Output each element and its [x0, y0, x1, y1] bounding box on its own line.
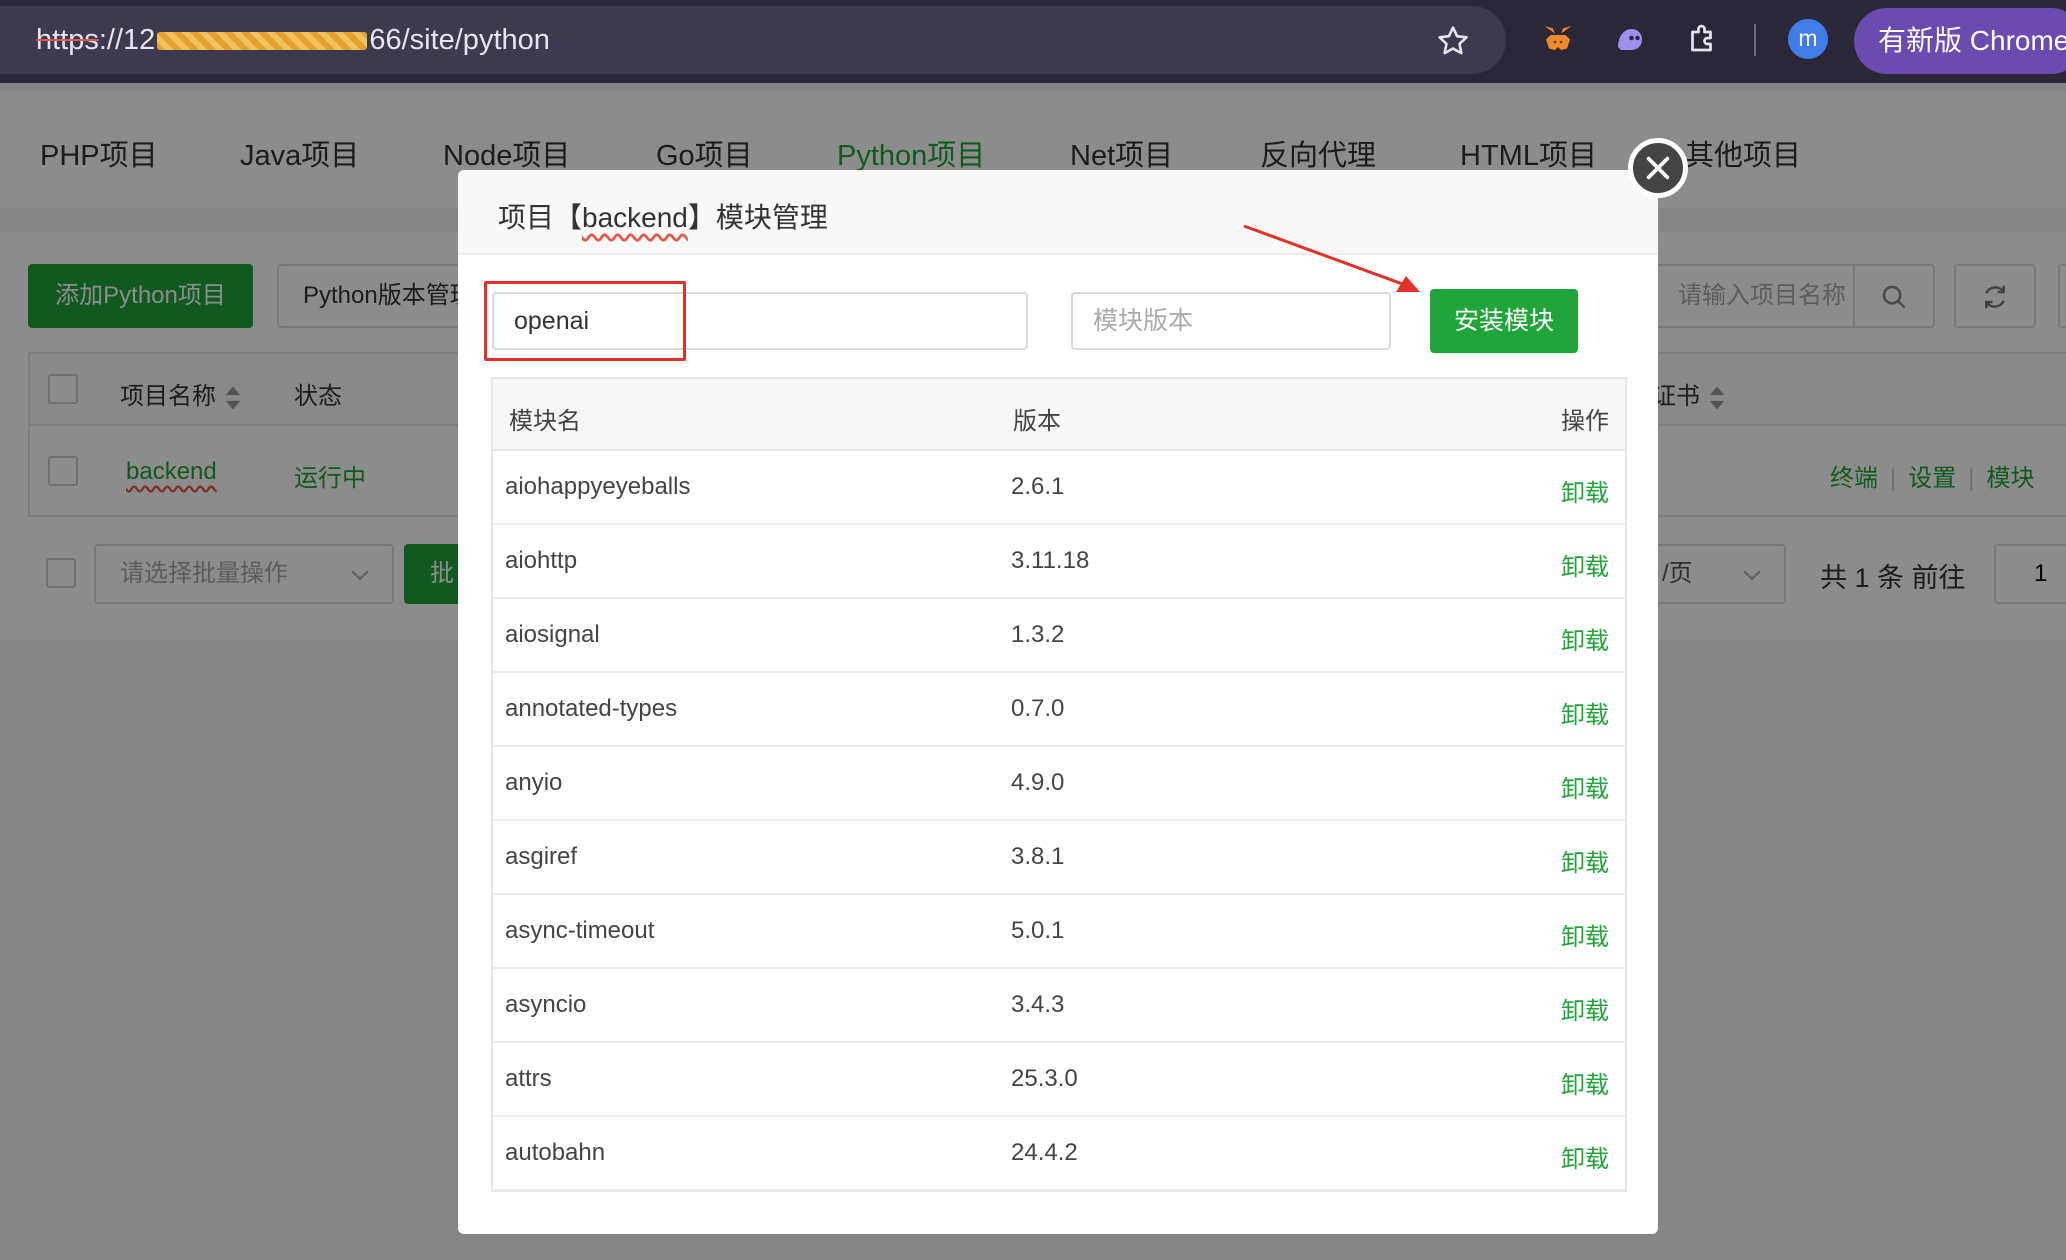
module-version-cell: 3.11.18 [1011, 547, 1090, 574]
uninstall-link[interactable]: 卸载 [1561, 917, 1609, 952]
toolbar-divider [1754, 24, 1756, 56]
dialog-title-suffix: 】模块管理 [687, 202, 828, 233]
dialog-title-project: backend [582, 202, 688, 233]
module-name-cell: aiohttp [505, 547, 578, 574]
module-name-cell: asgiref [505, 843, 578, 870]
dialog-header: 项目【backend】模块管理 [458, 170, 1658, 255]
table-row: aiohttp 3.11.18 卸载 [493, 525, 1625, 599]
module-name-cell: aiosignal [505, 621, 600, 648]
module-name-cell: anyio [505, 769, 563, 796]
table-row: aiosignal 1.3.2 卸载 [493, 599, 1625, 673]
module-name-cell: asyncio [505, 991, 587, 1018]
extensions-puzzle-icon[interactable] [1685, 20, 1721, 56]
url-redaction [157, 32, 368, 51]
module-management-dialog: 项目【backend】模块管理 模块版本 安装模块 模块名 版本 操作 aioh… [458, 170, 1658, 1234]
url-text: https://12 66/site/python [36, 24, 550, 57]
profile-avatar[interactable]: m [1788, 19, 1828, 59]
uninstall-link[interactable]: 卸载 [1561, 769, 1609, 804]
module-version-cell: 0.7.0 [1011, 695, 1065, 722]
module-name-cell: attrs [505, 1065, 552, 1092]
ghost-extension-icon[interactable] [1612, 20, 1648, 56]
url-path: 66/site/python [369, 24, 550, 56]
module-name-cell: async-timeout [505, 917, 655, 944]
install-module-button[interactable]: 安装模块 [1430, 289, 1578, 353]
annotation-arrow [1243, 224, 1420, 292]
bookmark-star-icon[interactable] [1436, 24, 1470, 58]
column-version: 版本 [1013, 408, 1061, 435]
table-row: autobahn 24.4.2 卸载 [493, 1117, 1625, 1190]
close-dialog-button[interactable] [1628, 138, 1688, 198]
table-row: aiohappyeyeballs 2.6.1 卸载 [493, 451, 1625, 525]
uninstall-link[interactable]: 卸载 [1561, 1065, 1609, 1100]
chrome-update-button[interactable]: 有新版 Chrome [1854, 8, 2066, 74]
module-table: 模块名 版本 操作 aiohappyeyeballs 2.6.1 卸载 aiohttp… [491, 377, 1627, 1192]
uninstall-link[interactable]: 卸载 [1561, 843, 1609, 878]
module-version-cell: 2.6.1 [1011, 473, 1065, 500]
dialog-title: 项目【backend】模块管理 [498, 196, 828, 236]
table-row: asgiref 3.8.1 卸载 [493, 821, 1625, 895]
table-row: asyncio 3.4.3 卸载 [493, 969, 1625, 1043]
module-table-header: 模块名 版本 操作 [493, 379, 1625, 451]
module-version-cell: 5.0.1 [1011, 917, 1065, 944]
module-version-input[interactable]: 模块版本 [1071, 292, 1391, 350]
module-version-cell: 24.4.2 [1011, 1139, 1078, 1166]
uninstall-link[interactable]: 卸载 [1561, 547, 1609, 582]
module-version-cell: 3.8.1 [1011, 843, 1065, 870]
module-name-cell: aiohappyeyeballs [505, 473, 691, 500]
table-row: async-timeout 5.0.1 卸载 [493, 895, 1625, 969]
column-module-name: 模块名 [509, 408, 581, 435]
uninstall-link[interactable]: 卸载 [1561, 621, 1609, 656]
uninstall-link[interactable]: 卸载 [1561, 991, 1609, 1026]
dialog-title-prefix: 项目【 [498, 202, 583, 233]
uninstall-link[interactable]: 卸载 [1561, 695, 1609, 730]
table-row: annotated-types 0.7.0 卸载 [493, 673, 1625, 747]
uninstall-link[interactable]: 卸载 [1561, 473, 1609, 508]
module-version-cell: 25.3.0 [1011, 1065, 1078, 1092]
module-name-cell: autobahn [505, 1139, 606, 1166]
annotation-highlight-box [484, 281, 686, 361]
browser-toolbar: https://12 66/site/python m 有新版 Chrome [0, 0, 2066, 83]
table-row: anyio 4.9.0 卸载 [493, 747, 1625, 821]
url-host-prefix: ://12 [98, 24, 156, 56]
address-bar[interactable]: https://12 66/site/python [0, 6, 1506, 74]
module-name-cell: annotated-types [505, 695, 678, 722]
module-version-cell: 3.4.3 [1011, 991, 1065, 1018]
close-icon [1646, 156, 1670, 180]
module-version-cell: 4.9.0 [1011, 769, 1065, 796]
metamask-fox-icon[interactable] [1540, 20, 1576, 56]
url-scheme: https [36, 24, 99, 56]
module-version-cell: 1.3.2 [1011, 621, 1065, 648]
table-row: attrs 25.3.0 卸载 [493, 1043, 1625, 1117]
uninstall-link[interactable]: 卸载 [1561, 1139, 1609, 1174]
column-action: 操作 [1561, 408, 1609, 435]
